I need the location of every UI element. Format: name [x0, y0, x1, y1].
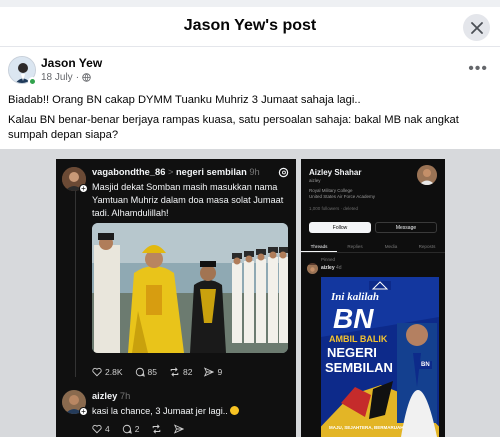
follow-plus-icon: +	[79, 184, 88, 193]
reply-action[interactable]: 85	[135, 367, 157, 377]
repost-icon	[153, 424, 161, 434]
threads-username: vagabondthe_86	[92, 167, 166, 177]
campaign-poster: Ini kalilah BN AMBIL BALIK NEGERI SEMBIL…	[321, 277, 439, 437]
profile-tabs: Threads Replies Media Reposts	[301, 241, 445, 253]
dialog-header: Jason Yew's post	[0, 7, 500, 47]
post-meta: 18 July ·	[41, 72, 91, 83]
heart-icon	[92, 424, 102, 434]
threads-screenshot: + vagabondthe_86 > negeri sembilan 9h Ma…	[56, 159, 296, 437]
reply-username: aizley	[92, 391, 118, 401]
send-icon	[204, 367, 215, 377]
threads-post-header: vagabondthe_86 > negeri sembilan 9h	[92, 167, 260, 177]
comment-icon	[122, 424, 132, 434]
pinned-post-time: 4d	[336, 265, 342, 271]
poster-line-1: Ini kalilah	[331, 291, 379, 303]
poster-line-5: SEMBILAN	[325, 360, 393, 375]
close-icon	[470, 21, 483, 34]
top-strip	[0, 0, 500, 7]
reply-like-count: 4	[105, 424, 110, 434]
profile-name: Aizley Shahar	[309, 168, 362, 177]
send-icon	[174, 424, 185, 434]
author-name[interactable]: Jason Yew	[41, 56, 102, 70]
reply-reply-action[interactable]: 2	[122, 424, 140, 434]
more-options-button[interactable]: •••	[468, 60, 488, 78]
dialog-title: Jason Yew's post	[183, 17, 317, 34]
repost-count: 82	[182, 367, 193, 377]
poster-tagline: MAJU, SEJAHTERA, BERMARUAH	[329, 425, 404, 430]
profile-bio-2: United States Air Force Academy	[309, 194, 376, 199]
share-count: 9	[217, 367, 223, 377]
royal-photo	[92, 223, 288, 353]
reply-reply-count: 2	[134, 424, 140, 434]
poster-line-3: AMBIL BALIK	[329, 334, 388, 344]
reply-like-action[interactable]: 4	[92, 424, 110, 434]
reply-share-action[interactable]	[174, 424, 185, 434]
reply-repost-action[interactable]	[151, 424, 162, 434]
post-paragraph-2: Kalau BN benar-benar berjaya rampas kuas…	[8, 114, 459, 141]
threads-community: negeri sembilan	[176, 167, 247, 177]
close-button[interactable]	[463, 14, 490, 41]
post-header: Jason Yew 18 July · •••	[8, 56, 492, 86]
reply-follow-plus-icon: +	[79, 407, 88, 416]
heart-icon	[92, 367, 102, 377]
threads-post-actions: 2.8K 85 82 9	[92, 367, 222, 377]
online-status-dot	[28, 77, 37, 86]
profile-screenshot: Aizley Shahar aizley Royal Military Coll…	[301, 159, 445, 437]
poster-line-2: BN	[333, 303, 374, 334]
profile-message-button[interactable]: Message	[375, 222, 437, 233]
profile-tab-replies[interactable]: Replies	[337, 241, 373, 252]
profile-avatar	[417, 165, 437, 185]
repost-icon	[170, 367, 179, 377]
globe-icon	[82, 73, 91, 82]
poster-bn-badge: BN	[419, 361, 432, 369]
pinned-post-username: aizley	[321, 265, 335, 271]
threads-post-text: Masjid dekat Somban masih masukkan nama …	[92, 182, 284, 218]
like-action[interactable]: 2.8K	[92, 367, 123, 377]
profile-followers: 1,000 followers · deleted	[309, 206, 359, 211]
reply-count: 85	[147, 367, 157, 377]
repost-action[interactable]: 82	[169, 367, 192, 377]
pinned-label: Pinned	[321, 257, 336, 262]
profile-tab-media[interactable]: Media	[373, 241, 409, 252]
profile-tab-reposts[interactable]: Reposts	[409, 241, 445, 252]
reply-text-row: kasi la chance, 3 Jumaat jer lagi..	[92, 405, 292, 418]
share-action[interactable]: 9	[204, 367, 222, 377]
pinned-post-avatar	[307, 263, 318, 274]
threads-time: 9h	[249, 167, 260, 177]
reply-text: kasi la chance, 3 Jumaat jer lagi..	[92, 406, 228, 416]
post-image[interactable]: + vagabondthe_86 > negeri sembilan 9h Ma…	[0, 149, 500, 437]
like-count: 2.8K	[105, 367, 123, 377]
post-paragraph-1: Biadab!! Orang BN cakap DYMM Tuanku Muhr…	[8, 94, 361, 106]
poster-line-4: NEGERI	[327, 345, 377, 360]
meta-separator: ·	[75, 72, 80, 83]
thread-connector-line	[75, 191, 76, 377]
reply-time: 7h	[119, 391, 131, 401]
profile-bio-1: Royal Military College	[309, 188, 353, 193]
wink-emoji-icon	[230, 406, 240, 415]
post-date[interactable]: 18 July	[41, 72, 73, 83]
profile-handle: aizley	[309, 178, 321, 183]
pinned-post-user: aizley 4d	[321, 265, 342, 272]
reply-actions: 4 2	[92, 424, 185, 434]
threads-logo-icon	[278, 167, 289, 178]
threads-separator: >	[167, 167, 174, 177]
reply-header: aizley 7h	[92, 391, 130, 401]
comment-icon	[135, 367, 145, 377]
profile-tab-threads[interactable]: Threads	[301, 241, 337, 252]
profile-follow-button[interactable]: Follow	[309, 222, 371, 233]
